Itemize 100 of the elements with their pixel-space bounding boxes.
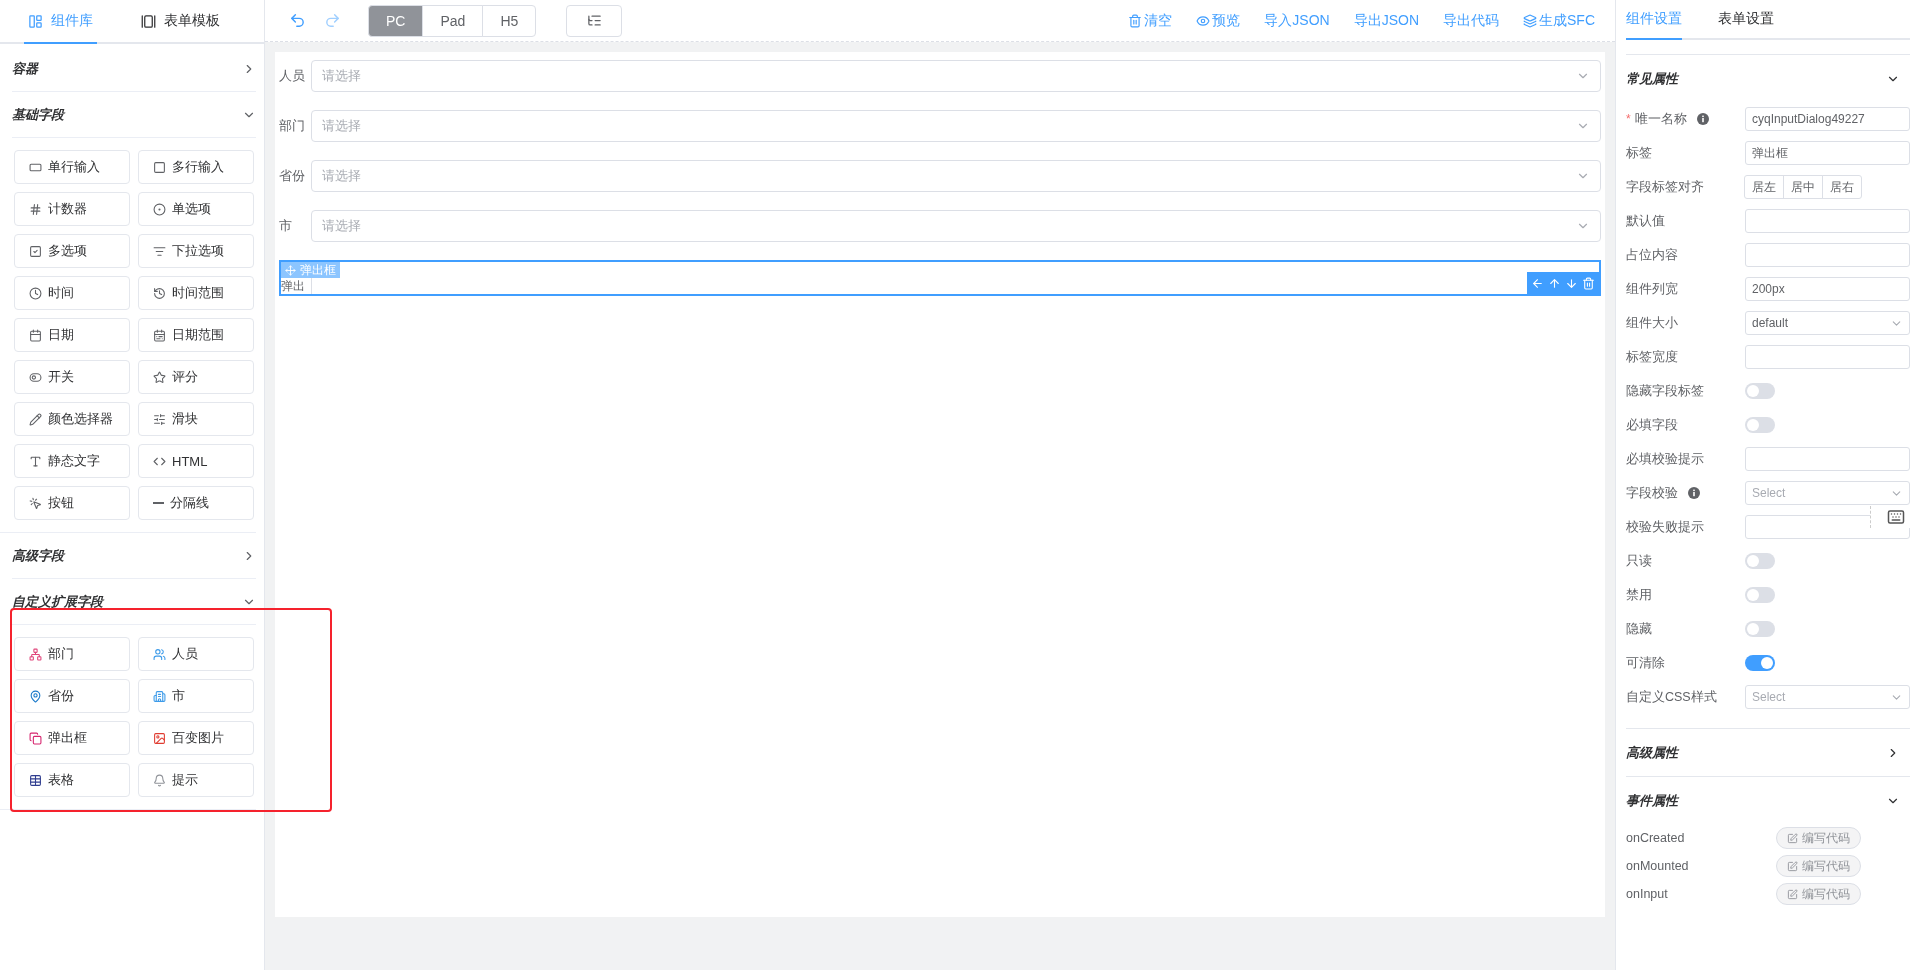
section-title: 事件属性 — [1626, 791, 1678, 810]
keyboard-icon[interactable] — [1886, 508, 1905, 526]
property-label: 唯一名称 — [1634, 110, 1687, 128]
component-item[interactable]: 单行输入 — [14, 150, 130, 184]
property-label: 隐藏字段标签 — [1626, 382, 1704, 400]
section-header[interactable]: 高级属性 — [1626, 728, 1910, 776]
align-option[interactable]: 居左 — [1744, 175, 1784, 199]
toggle-switch[interactable] — [1745, 383, 1775, 399]
component-item[interactable]: 开关 — [14, 360, 130, 394]
edit-icon — [1787, 888, 1798, 900]
field-label: 弹出 — [281, 279, 306, 293]
component-item[interactable]: 省份 — [14, 679, 130, 713]
property-label: 隐藏 — [1626, 620, 1652, 638]
property-label: 标签 — [1626, 144, 1652, 162]
component-item[interactable]: 人员 — [138, 637, 254, 671]
component-item[interactable]: 日期 — [14, 318, 130, 352]
tag-text: 弹出框 — [300, 261, 336, 279]
section-title: 高级属性 — [1626, 743, 1678, 762]
delete-icon[interactable] — [1582, 276, 1595, 290]
component-item[interactable]: 弹出框 — [14, 721, 130, 755]
section-header[interactable]: 自定义扩展字段 — [12, 579, 256, 625]
component-item[interactable]: 计数器 — [14, 192, 130, 226]
arrow-down-icon[interactable] — [1565, 276, 1578, 290]
selected-widget[interactable]: 弹出框 弹出 — [279, 260, 1601, 296]
component-item[interactable]: 静态文字 — [14, 444, 130, 478]
placeholder-text: 请选择 — [322, 67, 361, 85]
component-item[interactable]: 多行输入 — [138, 150, 254, 184]
section-header[interactable]: 基础字段 — [12, 92, 256, 138]
move-icon — [285, 264, 296, 276]
section-header[interactable]: 高级字段 — [12, 533, 256, 579]
text-field[interactable] — [1745, 209, 1910, 233]
component-item[interactable]: 表格 — [14, 763, 130, 797]
property-label: 字段校验 — [1626, 484, 1678, 502]
settings-tab[interactable]: 表单设置 — [1718, 0, 1774, 40]
bell-icon — [153, 773, 166, 787]
device-button[interactable]: H5 — [482, 4, 537, 37]
component-item[interactable]: 下拉选项 — [138, 234, 254, 268]
section-title: 基础字段 — [12, 105, 64, 124]
arrow-left-icon[interactable] — [1531, 276, 1544, 290]
event-name: onInput — [1626, 887, 1669, 901]
link-text: 生成SFC — [1539, 11, 1595, 30]
toggle-switch[interactable] — [1745, 587, 1775, 603]
toggle-switch[interactable] — [1745, 417, 1775, 433]
required-mark: * — [1626, 112, 1631, 126]
button-text: 编写代码 — [1802, 829, 1850, 847]
tree-button[interactable] — [566, 4, 623, 37]
link-text: 清空 — [1144, 11, 1173, 30]
align-option[interactable]: 居中 — [1783, 175, 1823, 199]
textarea-icon — [153, 160, 166, 174]
component-item[interactable]: HTML — [138, 444, 254, 478]
eye-icon — [1196, 13, 1211, 28]
device-button[interactable]: Pad — [422, 4, 484, 37]
component-item[interactable]: 分隔线 — [138, 486, 254, 520]
button-text: 编写代码 — [1802, 885, 1850, 903]
hash-icon — [29, 202, 42, 216]
text-field[interactable] — [1745, 243, 1910, 267]
text-icon — [29, 454, 42, 468]
align-option[interactable]: 居右 — [1822, 175, 1862, 199]
component-item[interactable]: 百变图片 — [138, 721, 254, 755]
line-icon — [153, 502, 164, 504]
section-header[interactable]: 容器 — [12, 46, 256, 92]
field-label: 省份 — [279, 167, 306, 185]
org-chart-icon — [29, 647, 42, 661]
component-item[interactable]: 评分 — [138, 360, 254, 394]
calendar-icon — [29, 328, 42, 342]
component-item[interactable]: 滑块 — [138, 402, 254, 436]
property-label: 组件大小 — [1626, 314, 1678, 332]
section-header[interactable]: 事件属性 — [1626, 776, 1910, 824]
component-item[interactable]: 时间 — [14, 276, 130, 310]
star-icon — [153, 370, 166, 384]
field-label: 人员 — [279, 67, 306, 85]
component-item[interactable]: 按钮 — [14, 486, 130, 520]
toggle-switch[interactable] — [1745, 655, 1775, 671]
toggle-icon — [29, 370, 42, 384]
component-item[interactable]: 颜色选择器 — [14, 402, 130, 436]
component-item[interactable]: 单选项 — [138, 192, 254, 226]
component-item[interactable]: 时间范围 — [138, 276, 254, 310]
toggle-switch[interactable] — [1745, 621, 1775, 637]
panel-tab[interactable]: 表单模板 — [137, 0, 224, 44]
section-header[interactable]: 常见属性 — [1626, 54, 1910, 102]
component-item[interactable]: 市 — [138, 679, 254, 713]
calendar-icon — [153, 328, 166, 342]
arrow-up-icon[interactable] — [1548, 276, 1561, 290]
section-title: 自定义扩展字段 — [12, 592, 103, 611]
list-icon — [153, 244, 166, 258]
text-field[interactable] — [1745, 447, 1910, 471]
toggle-switch[interactable] — [1745, 553, 1775, 569]
text-field[interactable]: 弹出框 — [1745, 141, 1910, 165]
info-icon — [1688, 487, 1700, 499]
component-item[interactable]: 日期范围 — [138, 318, 254, 352]
text-field[interactable] — [1745, 345, 1910, 369]
component-item[interactable]: 提示 — [138, 763, 254, 797]
redo-icon — [324, 12, 341, 29]
component-item[interactable]: 部门 — [14, 637, 130, 671]
component-item[interactable]: 多选项 — [14, 234, 130, 268]
text-field[interactable]: cyqInputDialog49227 — [1745, 107, 1910, 131]
clock-icon — [29, 286, 42, 300]
placeholder-text: 请选择 — [322, 117, 361, 135]
text-field[interactable]: 200px — [1745, 277, 1910, 301]
select-field[interactable]: default — [1745, 311, 1910, 335]
